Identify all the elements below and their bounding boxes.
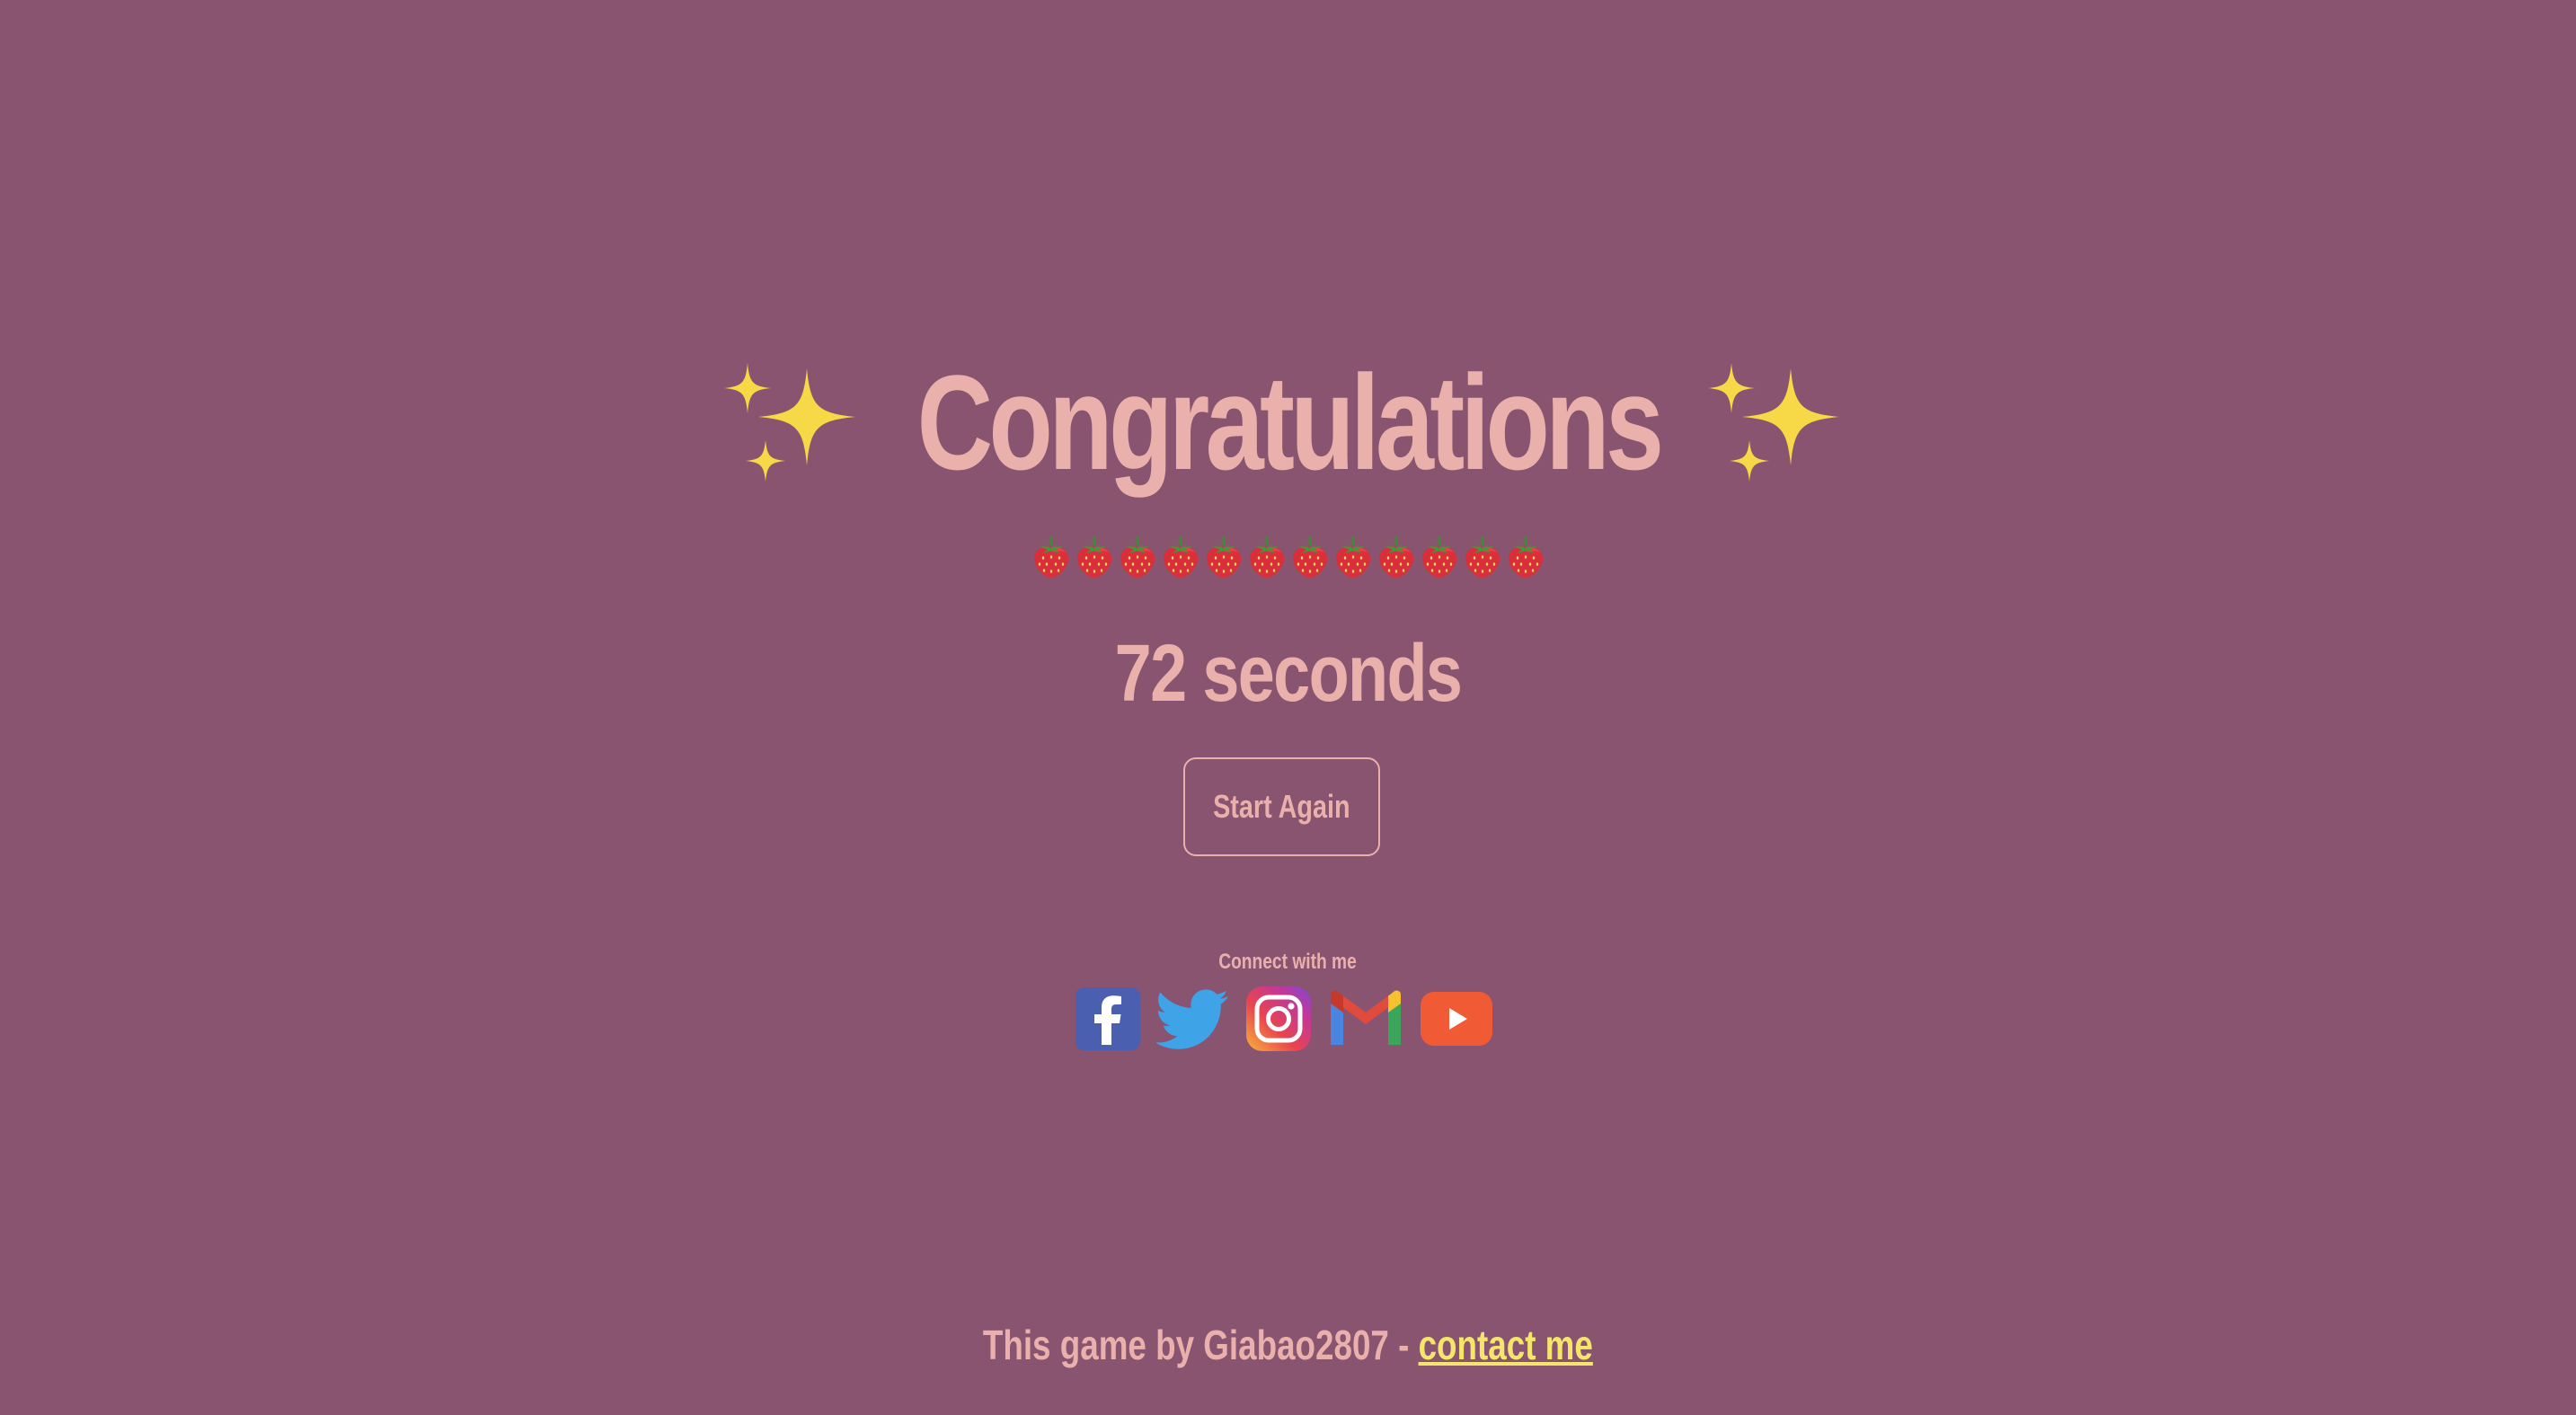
social-links <box>1074 985 1494 1053</box>
strawberry-icon <box>1249 536 1284 578</box>
strawberry-icon <box>1421 536 1456 578</box>
elapsed-time: 72 seconds <box>1114 629 1463 719</box>
strawberry-icon <box>1120 536 1155 578</box>
footer: This game by Giabao2807 - contact me <box>0 1321 2576 1369</box>
facebook-icon[interactable] <box>1074 986 1142 1052</box>
strawberry-icon <box>1033 536 1068 578</box>
strawberry-icon <box>1378 536 1413 578</box>
title-row: Congratulations <box>0 350 2576 494</box>
sparkles-icon <box>723 363 855 482</box>
twitter-icon[interactable] <box>1156 987 1230 1050</box>
strawberry-icon <box>1206 536 1241 578</box>
strawberry-icon <box>1292 536 1327 578</box>
footer-credit: This game by Giabao2807 - <box>983 1322 1419 1368</box>
page-title: Congratulations <box>916 347 1663 498</box>
strawberry-row <box>0 535 2576 579</box>
youtube-icon[interactable] <box>1419 990 1494 1048</box>
instagram-icon[interactable] <box>1244 985 1313 1053</box>
start-again-button[interactable]: Start Again <box>1183 757 1380 856</box>
connect-label: Connect with me <box>0 950 2576 975</box>
strawberry-icon <box>1508 536 1543 578</box>
strawberry-icon <box>1076 536 1111 578</box>
sparkles-icon <box>1708 363 1840 482</box>
strawberry-icon <box>1163 536 1198 578</box>
strawberry-icon <box>1465 536 1500 578</box>
connect-label-text: Connect with me <box>1218 950 1358 974</box>
strawberry-icon <box>1335 536 1370 578</box>
gmail-icon[interactable] <box>1327 989 1404 1048</box>
start-again-label: Start Again <box>1213 788 1350 825</box>
contact-me-link[interactable]: contact me <box>1419 1322 1593 1368</box>
